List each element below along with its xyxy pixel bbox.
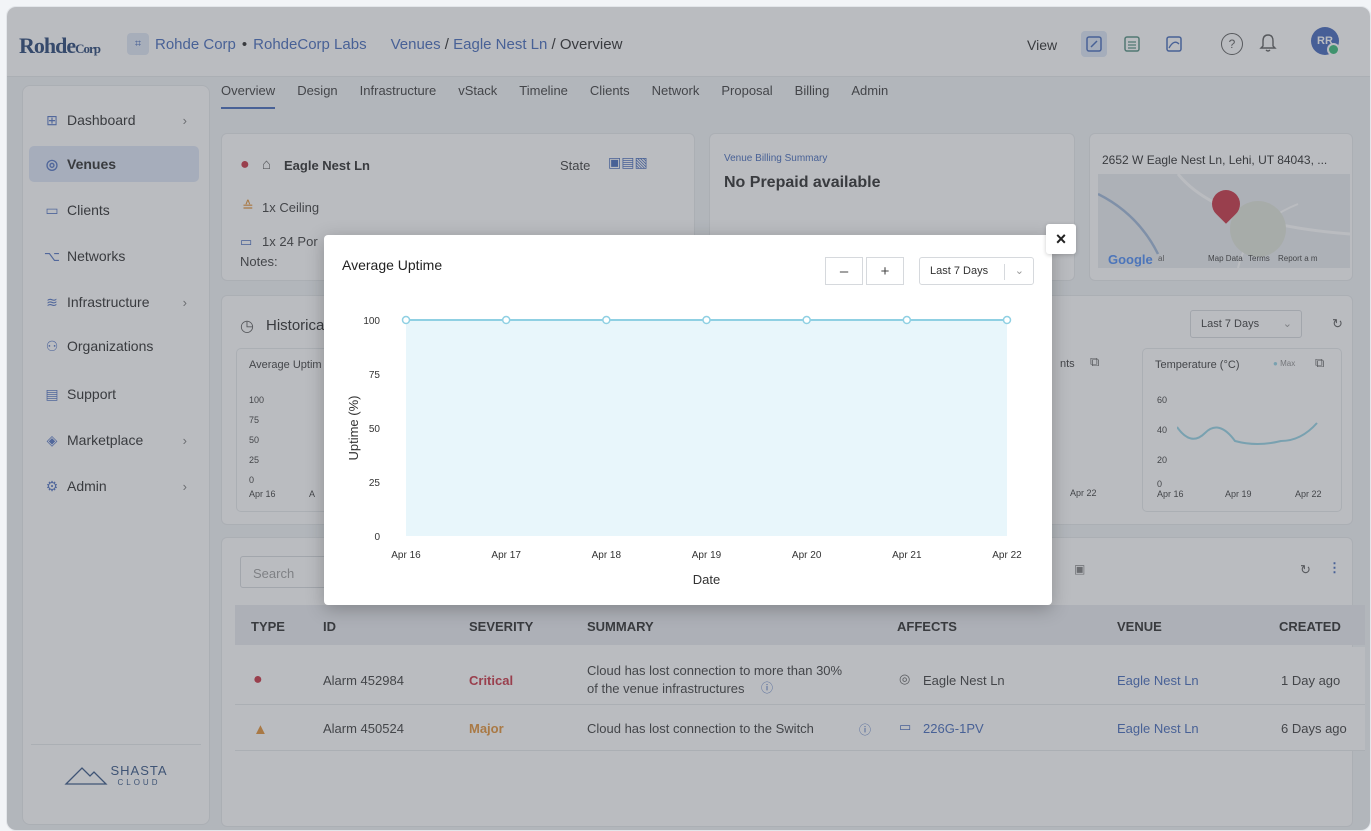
data-point xyxy=(501,315,511,325)
x-tick-label: Apr 20 xyxy=(792,550,822,561)
close-modal-button[interactable]: × xyxy=(1046,224,1076,254)
select-divider xyxy=(1004,264,1005,280)
uptime-chart[interactable]: 0 25 50 75 100 Apr 16 Apr 17 Apr 18 Apr 19 Apr 20… xyxy=(324,295,1052,595)
uptime-area xyxy=(406,320,1007,536)
data-point xyxy=(602,315,611,325)
y-axis-label: Uptime (%) xyxy=(346,395,361,460)
modal-range-select[interactable]: Last 7 Days ⌄ xyxy=(919,257,1034,285)
data-point xyxy=(702,315,711,325)
y-tick-label: 100 xyxy=(363,316,380,327)
data-point xyxy=(401,315,411,325)
x-tick-label: Apr 21 xyxy=(892,550,922,561)
y-tick-label: 25 xyxy=(369,478,381,489)
average-uptime-modal: Average Uptime – + Last 7 Days ⌄ 0 25 50 75… xyxy=(324,235,1052,605)
x-tick-label: Apr 17 xyxy=(491,550,521,561)
modal-range-value: Last 7 Days xyxy=(930,265,989,277)
y-tick-label: 75 xyxy=(369,370,381,381)
y-tick-label: 0 xyxy=(374,532,380,543)
modal-title: Average Uptime xyxy=(342,257,443,273)
x-tick-label: Apr 19 xyxy=(692,550,722,561)
chevron-down-icon: ⌄ xyxy=(1014,265,1024,277)
data-point xyxy=(1002,315,1012,325)
x-axis-label: Date xyxy=(693,572,720,587)
zoom-in-button[interactable]: + xyxy=(866,257,904,285)
x-tick-label: Apr 16 xyxy=(391,550,421,561)
x-tick-label: Apr 22 xyxy=(992,550,1022,561)
x-tick-label: Apr 18 xyxy=(592,550,622,561)
data-point xyxy=(902,315,912,325)
data-point xyxy=(802,315,811,325)
y-tick-label: 50 xyxy=(369,424,381,435)
zoom-out-button[interactable]: – xyxy=(825,257,863,285)
